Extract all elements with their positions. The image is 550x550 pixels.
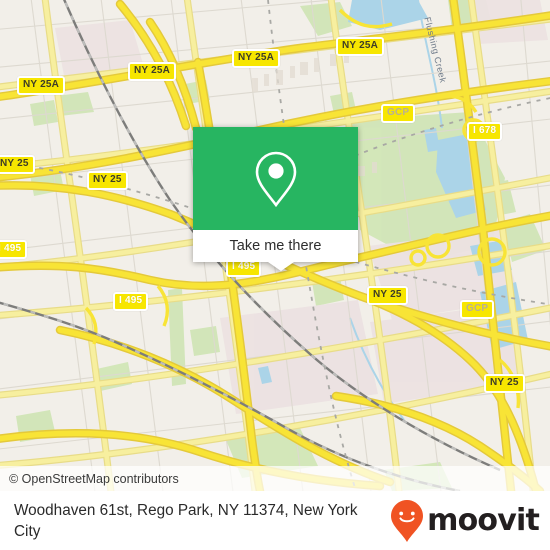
- info-card-header: [193, 127, 358, 230]
- info-card-pointer-tail: [268, 262, 294, 271]
- info-card-body[interactable]: Take me there: [193, 230, 358, 262]
- moovit-logo[interactable]: moovit: [390, 499, 550, 543]
- moovit-pin-icon: [391, 499, 424, 542]
- highway-shield: NY 25A: [17, 76, 66, 95]
- moovit-wordmark: moovit: [427, 503, 540, 538]
- osm-attribution-text: © OpenStreetMap contributors: [9, 471, 179, 486]
- highway-shield: NY 25A: [232, 49, 281, 68]
- highway-shield: NY 25A: [128, 62, 177, 81]
- highway-shield: NY 25: [0, 155, 35, 174]
- highway-shield: I 495: [113, 292, 149, 311]
- highway-shield: NY 25: [367, 286, 408, 305]
- take-me-there-label: Take me there: [229, 238, 322, 254]
- location-info-card[interactable]: Take me there: [193, 127, 358, 271]
- highway-shield: GCP: [381, 104, 416, 123]
- highway-shield: GCP: [460, 300, 495, 319]
- map-screenshot: NY 25A NY 25A NY 25A NY 25A NY 25 NY 25 GCP I 6…: [0, 0, 550, 550]
- highway-shield: NY 25: [484, 374, 525, 393]
- address-label: Woodhaven 61st, Rego Park, NY 11374, New…: [14, 501, 358, 540]
- highway-shield: NY 25: [87, 171, 128, 190]
- highway-shield: I 495: [0, 240, 28, 259]
- highway-shield: I 678: [467, 122, 503, 141]
- highway-shield: NY 25A: [336, 37, 385, 56]
- osm-attribution: © OpenStreetMap contributors: [0, 466, 550, 491]
- location-pin-icon: [255, 151, 296, 207]
- footer-bar: Woodhaven 61st, Rego Park, NY 11374, New…: [0, 491, 550, 550]
